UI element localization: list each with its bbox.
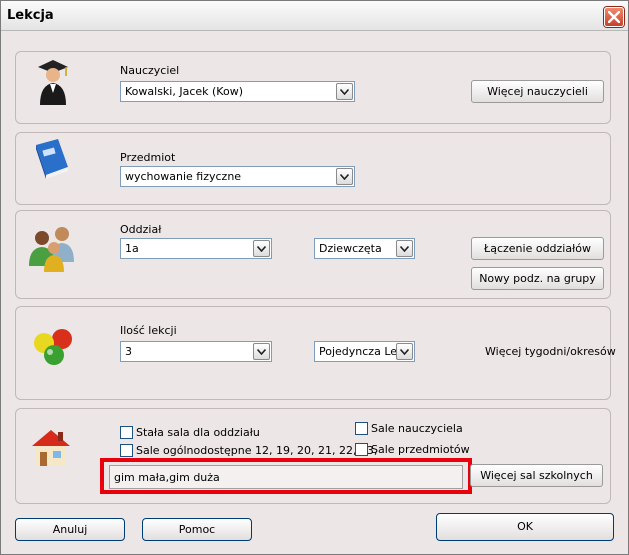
teacher-dropdown-arrow[interactable] [336, 83, 353, 100]
lessons-group: Ilość lekcji 3 Pojedyncza Lekc Więcej ty… [15, 306, 616, 400]
class-select[interactable]: 1a [120, 238, 272, 259]
window-title: Lekcja [7, 8, 54, 23]
subject-select-value: wychowanie fizyczne [125, 170, 242, 183]
colored-balls-icon [34, 329, 72, 365]
house-icon [32, 430, 70, 466]
subject-group: Przedmiot wychowanie fizyczne [15, 132, 611, 205]
chevron-down-icon [340, 89, 349, 95]
chevron-down-icon [340, 174, 349, 180]
lesson-type-select[interactable]: Pojedyncza Lekc [314, 341, 415, 362]
group-select[interactable]: Dziewczęta [314, 238, 415, 259]
group-select-value: Dziewczęta [319, 242, 382, 255]
teacher-select[interactable]: Kowalski, Jacek (Kow) [120, 81, 355, 102]
teacher-group: Nauczyciel Kowalski, Jacek (Kow) Więcej … [15, 51, 611, 124]
book-icon [36, 139, 68, 179]
teacher-label: Nauczyciel [120, 64, 180, 77]
class-dropdown-arrow[interactable] [253, 240, 270, 257]
cancel-button[interactable]: Anuluj [15, 518, 125, 541]
new-group-split-button[interactable]: Nowy podz. na grupy [471, 267, 604, 290]
public-rooms-label: Sale ogólnodostępne 12, 19, 20, 21, 22, … [136, 444, 378, 457]
subject-dropdown-arrow[interactable] [336, 168, 353, 185]
more-teachers-button[interactable]: Więcej nauczycieli [471, 80, 604, 103]
title-bar: Lekcja [1, 1, 628, 31]
chevron-down-icon [400, 246, 409, 252]
lessons-count-label: Ilość lekcji [120, 324, 177, 337]
graduate-teacher-icon [38, 60, 68, 105]
class-select-value: 1a [125, 242, 139, 255]
lessons-count-dropdown-arrow[interactable] [253, 343, 270, 360]
teacher-rooms-label: Sale nauczyciela [371, 422, 463, 435]
chevron-down-icon [257, 349, 266, 355]
more-weeks-link[interactable]: Więcej tygodni/okresów [485, 345, 616, 358]
join-classes-button[interactable]: Łączenie oddziałów [471, 237, 604, 260]
close-button[interactable] [604, 7, 624, 27]
group-dropdown-arrow[interactable] [396, 240, 413, 257]
more-rooms-button[interactable]: Więcej sal szkolnych [470, 464, 603, 487]
subject-select[interactable]: wychowanie fizyczne [120, 166, 355, 187]
close-icon [608, 11, 620, 23]
lessons-count-value: 3 [125, 345, 132, 358]
class-label: Oddział [120, 223, 162, 236]
lessons-count-select[interactable]: 3 [120, 341, 272, 362]
students-icon [29, 227, 74, 272]
ok-button[interactable]: OK [436, 513, 614, 541]
lesson-dialog: Lekcja Nauczyciel Kowalski, Jacek (Kow) … [0, 0, 629, 555]
subject-label: Przedmiot [120, 151, 176, 164]
chevron-down-icon [400, 349, 409, 355]
subject-rooms-checkbox[interactable] [355, 443, 368, 456]
teacher-select-value: Kowalski, Jacek (Kow) [125, 85, 243, 98]
subject-rooms-label: Sale przedmiotów [371, 443, 470, 456]
highlight-frame [100, 458, 472, 494]
lesson-type-dropdown-arrow[interactable] [396, 343, 413, 360]
teacher-rooms-checkbox[interactable] [355, 422, 368, 435]
lesson-type-value: Pojedyncza Lekc [319, 345, 397, 358]
fixed-room-checkbox[interactable] [120, 426, 133, 439]
help-button[interactable]: Pomoc [142, 518, 252, 541]
public-rooms-checkbox[interactable] [120, 444, 133, 457]
class-group: Oddział 1a Dziewczęta Łączenie oddziałów… [15, 210, 611, 299]
chevron-down-icon [257, 246, 266, 252]
fixed-room-label: Stała sala dla oddziału [136, 426, 260, 439]
